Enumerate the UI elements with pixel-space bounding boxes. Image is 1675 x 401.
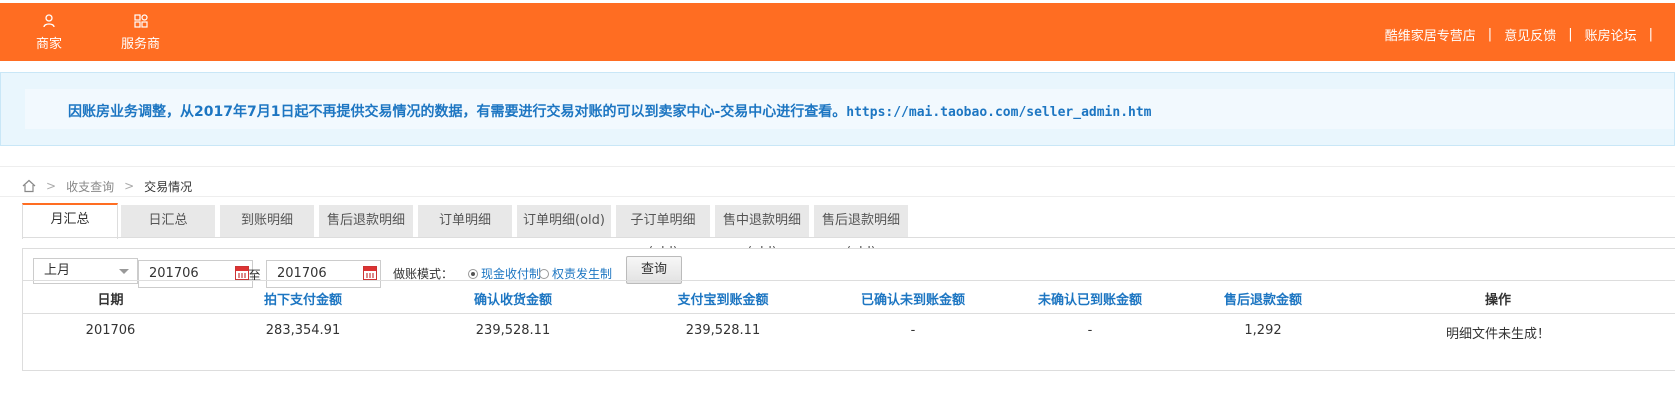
col-header-aftersale-refund[interactable]: 售后退款金额 xyxy=(1203,289,1323,308)
cell-aftersale-refund: 1,292 xyxy=(1244,323,1282,338)
user-icon xyxy=(43,14,55,28)
notice-url[interactable]: https://mai.taobao.com/seller_admin.htm xyxy=(846,105,1151,120)
service-provider-nav-label: 服务商 xyxy=(121,37,161,52)
service-provider-nav[interactable]: 服务商 xyxy=(121,13,160,52)
col-header-action: 操作 xyxy=(1484,293,1511,308)
col-header-alipay-arrival[interactable]: 支付宝到账金额 xyxy=(658,289,788,308)
tab-insale-refund-detail-old[interactable]: 售中退款明细(old) xyxy=(715,205,809,260)
cell-confirmed-amount: 239,528.11 xyxy=(475,323,551,338)
top-links: 酷维家居专营店 | 意见反馈 | 账房论坛 | xyxy=(1385,25,1665,44)
cell-confirmed-not-arrived: - xyxy=(910,323,916,338)
col-header-paid-amount[interactable]: 拍下支付金额 xyxy=(243,289,363,308)
breadcrumb-level1[interactable]: 收支查询 xyxy=(66,178,114,195)
separator: | xyxy=(1568,27,1573,42)
cell-paid-amount: 283,354.91 xyxy=(265,323,341,338)
forum-link[interactable]: 账房论坛 xyxy=(1585,25,1637,44)
tab-daily-summary[interactable]: 日汇总 xyxy=(121,205,215,237)
top-bar: 商家 服务商 酷维家居专营店 | 意见反馈 | 账房论坛 | xyxy=(0,3,1675,61)
breadcrumb-chevron: > xyxy=(124,179,135,193)
breadcrumb-current: 交易情况 xyxy=(144,179,193,194)
summary-panel: 上月 至 做账模式： 现金收付制 权责发生制 查询 日期 拍下支付金额 确认收货… xyxy=(22,248,1675,371)
separator: | xyxy=(1648,27,1653,42)
merchant-nav-label: 商家 xyxy=(36,37,63,52)
cell-date: 201706 xyxy=(85,323,136,338)
cell-alipay-arrival: 239,528.11 xyxy=(685,323,761,338)
table-divider xyxy=(23,313,1675,314)
tab-suborder-detail-old[interactable]: 子订单明细(old) xyxy=(616,205,710,260)
apps-icon xyxy=(133,14,148,28)
notice-text: 因账房业务调整，从2017年7月1日起不再提供交易情况的数据，有需要进行交易对账… xyxy=(68,101,1152,121)
breadcrumb: > 收支查询 > 交易情况 xyxy=(22,176,192,196)
tab-arrival-detail[interactable]: 到账明细 xyxy=(220,205,314,237)
col-header-confirmed-amount[interactable]: 确认收货金额 xyxy=(453,289,573,308)
tab-order-detail[interactable]: 订单明细 xyxy=(418,205,512,237)
tab-aftersale-refund-detail-old[interactable]: 售后退款明细(old) xyxy=(814,205,908,260)
cell-unconfirmed-arrived: - xyxy=(1087,323,1093,338)
separator: | xyxy=(1487,27,1493,42)
col-header-date: 日期 xyxy=(97,293,124,308)
notice-message: 因账房业务调整，从2017年7月1日起不再提供交易情况的数据，有需要进行交易对账… xyxy=(68,104,847,120)
col-header-unconfirmed-arrived[interactable]: 未确认已到账金额 xyxy=(1020,289,1160,308)
tab-aftersale-refund-detail[interactable]: 售后退款明细 xyxy=(319,205,413,237)
feedback-link[interactable]: 意见反馈 xyxy=(1504,25,1556,44)
tab-order-detail-old[interactable]: 订单明细(old) xyxy=(517,205,611,237)
breadcrumb-chevron: > xyxy=(46,179,57,193)
store-link[interactable]: 酷维家居专营店 xyxy=(1385,25,1476,44)
tab-underline xyxy=(22,237,1675,238)
divider xyxy=(0,196,1675,197)
summary-table: 日期 拍下支付金额 确认收货金额 支付宝到账金额 已确认未到账金额 未确认已到账… xyxy=(23,249,1675,370)
tab-monthly-summary[interactable]: 月汇总 xyxy=(22,203,118,239)
merchant-nav[interactable]: 商家 xyxy=(36,13,62,52)
divider xyxy=(0,166,1675,167)
col-header-confirmed-not-arrived[interactable]: 已确认未到账金额 xyxy=(843,289,983,308)
cell-action-status: 明细文件未生成！ xyxy=(1445,327,1550,342)
home-icon[interactable] xyxy=(22,179,36,193)
